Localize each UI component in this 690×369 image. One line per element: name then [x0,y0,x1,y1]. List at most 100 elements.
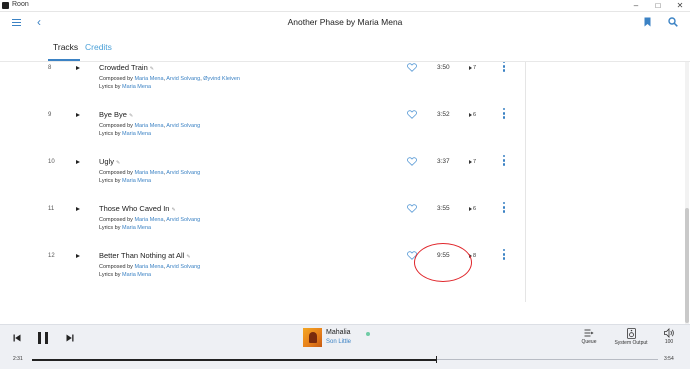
track-row[interactable]: 11 Those Who Caved In ✎ Composed by Maria… [0,200,525,247]
queue-button[interactable]: Queue [578,328,600,345]
queue-label: Queue [581,339,597,345]
app-header: ‹ Another Phase by Maria Mena [0,12,690,36]
track-duration: 3:37 [437,158,450,165]
credit-label: Composed by [99,217,135,223]
vertical-dots-icon[interactable] [503,62,506,74]
lyrics-by-line: Lyrics by Maria Mena [99,272,151,278]
next-track-icon[interactable] [66,334,74,342]
track-number: 9 [48,112,52,118]
track-title[interactable]: Those Who Caved In ✎ [99,204,176,213]
signal-path-indicator[interactable] [366,332,370,336]
credit-person-link[interactable]: Øyvind Kleiven [203,76,240,82]
composed-by-line: Composed by Maria Mena, Arvid Solvang [99,217,201,223]
credit-person-link[interactable]: Maria Mena [134,123,163,129]
credit-label: Lyrics by [99,131,123,137]
play-count-icon [469,112,472,117]
tab-credits[interactable]: Credits [85,42,112,52]
heart-outline-icon[interactable] [407,110,417,119]
play-count: 7 [469,65,476,71]
volume-button[interactable]: 100 [660,328,678,345]
pause-button[interactable] [38,332,49,344]
credit-person-link[interactable]: Maria Mena [122,131,151,137]
credit-person-link[interactable]: Maria Mena [122,225,151,231]
play-track-icon[interactable] [76,254,80,258]
volume-level: 100 [664,339,674,345]
tab-tracks[interactable]: Tracks [53,42,78,52]
play-track-icon[interactable] [76,66,80,70]
vertical-dots-icon[interactable] [503,202,506,215]
search-icon[interactable] [668,17,678,27]
vertical-dots-icon[interactable] [503,108,506,121]
play-count-icon [469,65,472,70]
edit-icon[interactable]: ✎ [116,160,120,166]
credit-person-link[interactable]: Maria Mena [122,84,151,90]
track-number: 11 [48,206,55,212]
lyrics-by-line: Lyrics by Maria Mena [99,131,151,137]
credit-label: Composed by [99,170,135,176]
credit-person-link[interactable]: Maria Mena [134,76,163,82]
play-count: 6 [469,206,476,212]
track-number: 10 [48,159,55,165]
album-art[interactable] [303,328,322,347]
edit-icon[interactable]: ✎ [150,66,154,72]
now-playing-title[interactable]: Mahalia [326,329,351,336]
composed-by-line: Composed by Maria Mena, Arvid Solvang [99,264,201,270]
heart-outline-icon[interactable] [407,157,417,166]
track-duration: 3:55 [437,205,450,212]
system-output-button[interactable]: System Output [610,328,652,346]
credit-person-link[interactable]: Arvid Solvang [166,170,200,176]
credit-label: Composed by [99,264,135,270]
heart-outline-icon[interactable] [407,204,417,213]
track-list: 8 Crowded Train ✎ Composed by Maria Mena,… [0,62,690,324]
credit-person-link[interactable]: Arvid Solvang [166,76,200,82]
seek-progress [32,358,436,361]
tab-bar: Tracks Credits [0,36,690,62]
previous-track-icon[interactable] [13,334,21,342]
speaker-device-icon [626,328,636,339]
credit-person-link[interactable]: Maria Mena [134,217,163,223]
close-icon[interactable]: ✕ [674,1,686,10]
credit-person-link[interactable]: Maria Mena [134,264,163,270]
window-title: Roon [12,1,29,8]
track-title[interactable]: Bye Bye ✎ [99,110,133,119]
track-row[interactable]: 8 Crowded Train ✎ Composed by Maria Mena,… [0,62,525,106]
minimize-icon[interactable]: – [630,1,642,10]
credit-label: Lyrics by [99,272,123,278]
lyrics-by-line: Lyrics by Maria Mena [99,178,151,184]
vertical-dots-icon[interactable] [503,155,506,168]
window-titlebar: Roon – □ ✕ [0,0,690,12]
play-count: 7 [469,159,476,165]
play-track-icon[interactable] [76,207,80,211]
composed-by-line: Composed by Maria Mena, Arvid Solvang [99,170,201,176]
play-track-icon[interactable] [76,160,80,164]
credit-person-link[interactable]: Arvid Solvang [166,264,200,270]
total-time: 3:54 [664,356,674,362]
track-title[interactable]: Better Than Nothing at All ✎ [99,251,191,260]
heart-outline-icon[interactable] [407,63,417,72]
edit-icon[interactable]: ✎ [171,207,175,213]
credit-person-link[interactable]: Maria Mena [134,170,163,176]
scrollbar-thumb[interactable] [685,208,689,323]
credit-label: Lyrics by [99,225,123,231]
track-row[interactable]: 10 Ugly ✎ Composed by Maria Mena, Arvid S… [0,153,525,200]
credit-person-link[interactable]: Arvid Solvang [166,123,200,129]
edit-icon[interactable]: ✎ [186,254,190,260]
credit-person-link[interactable]: Maria Mena [122,272,151,278]
page-title: Another Phase by Maria Mena [287,17,403,27]
now-playing-artist[interactable]: Son Little [326,339,351,345]
play-track-icon[interactable] [76,113,80,117]
edit-icon[interactable]: ✎ [129,113,133,119]
credit-person-link[interactable]: Maria Mena [122,178,151,184]
maximize-icon[interactable]: □ [652,1,664,10]
seek-bar[interactable] [32,356,658,363]
credit-label: Lyrics by [99,178,123,184]
seek-handle[interactable] [435,356,438,363]
bookmark-icon[interactable] [644,17,651,27]
volume-icon [663,328,674,338]
track-row[interactable]: 9 Bye Bye ✎ Composed by Maria Mena, Arvid… [0,106,525,153]
vertical-dots-icon[interactable] [503,249,506,262]
track-title[interactable]: Ugly ✎ [99,157,120,166]
player-bar: Mahalia Son Little Queue System Output 1… [0,324,690,369]
credit-person-link[interactable]: Arvid Solvang [166,217,200,223]
track-title[interactable]: Crowded Train ✎ [99,63,154,72]
